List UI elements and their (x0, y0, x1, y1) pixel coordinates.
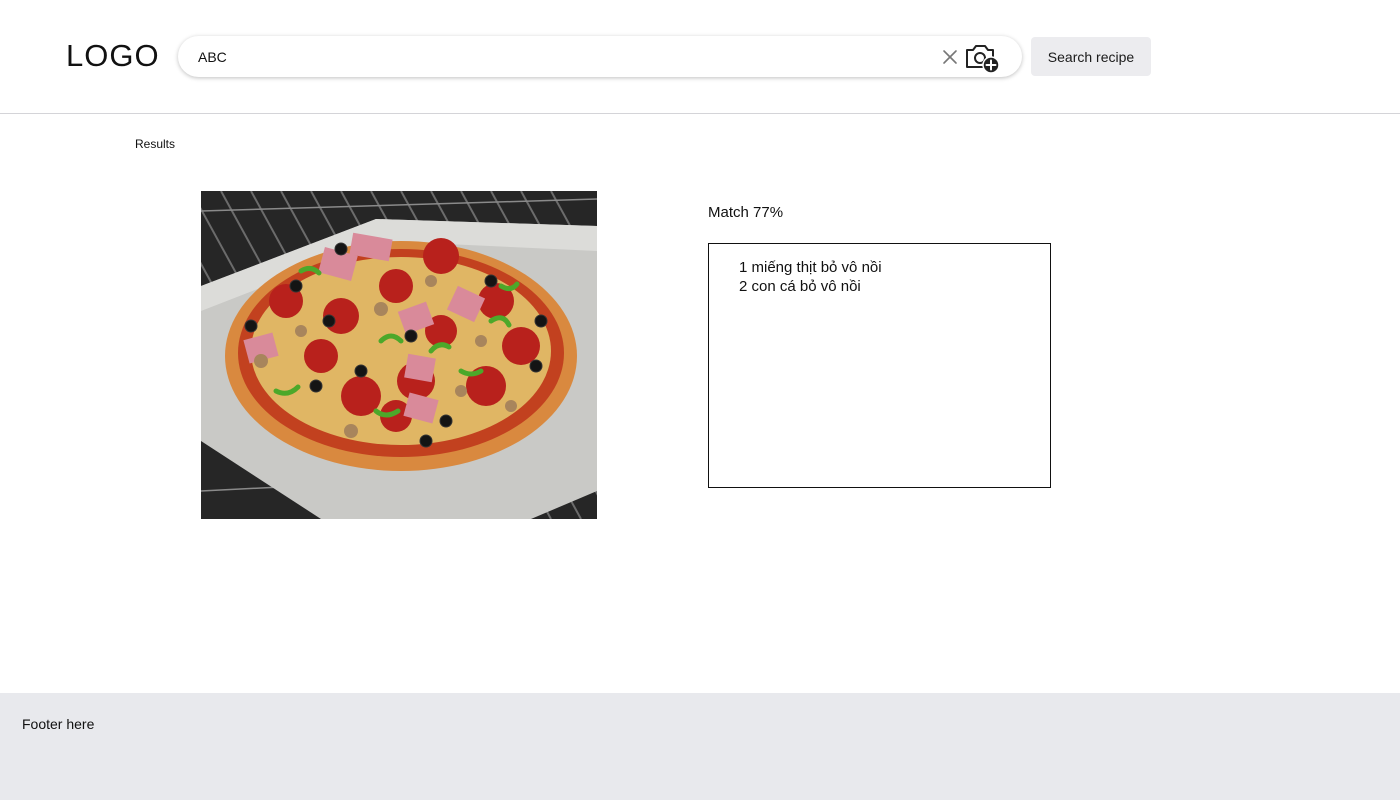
ingredients-list: 1 miếng thịt bỏ vô nồi 2 con cá bỏ vô nồ… (708, 243, 1051, 488)
search-input[interactable] (198, 36, 938, 77)
footer-text: Footer here (22, 716, 95, 732)
ingredient-item: 2 con cá bỏ vô nồi (739, 278, 861, 295)
results-heading: Results (135, 137, 176, 151)
logo[interactable]: LOGO (66, 38, 160, 74)
top-header: LOGO Search recipe (0, 0, 1400, 114)
camera-add-icon[interactable] (964, 40, 1002, 74)
recipe-image[interactable] (201, 191, 597, 519)
search-bar (178, 36, 1022, 77)
page-footer: Footer here (0, 693, 1400, 800)
search-recipe-button[interactable]: Search recipe (1031, 37, 1151, 76)
match-percentage: Match 77% (708, 204, 784, 221)
close-icon[interactable] (940, 47, 960, 67)
ingredient-item: 1 miếng thịt bỏ vô nồi (739, 259, 882, 276)
